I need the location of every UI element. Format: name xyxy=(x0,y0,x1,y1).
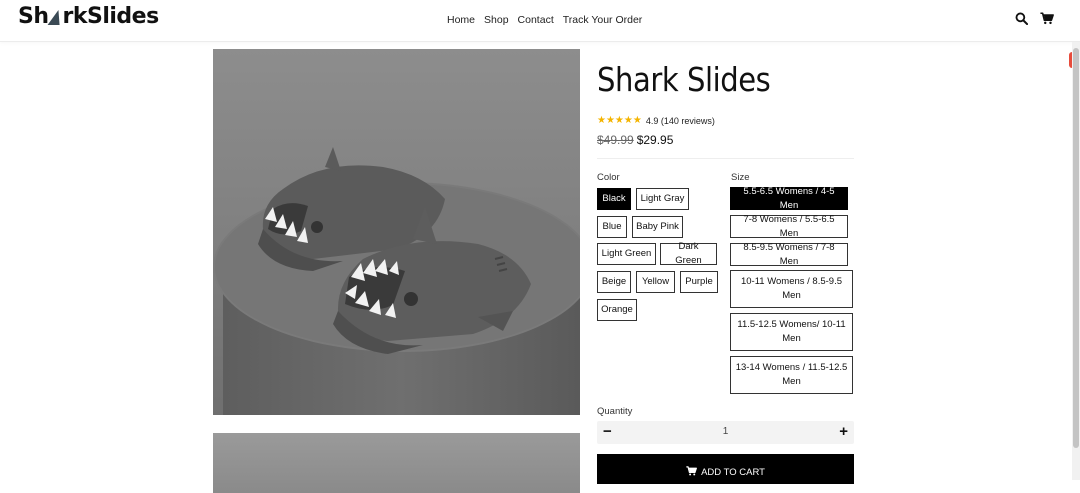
product-rating[interactable]: ★★★★★ 4.9 (140 reviews) xyxy=(597,115,715,126)
search-icon[interactable] xyxy=(1015,12,1028,25)
color-option-black[interactable]: Black xyxy=(597,188,631,210)
divider xyxy=(597,158,854,159)
nav-home[interactable]: Home xyxy=(447,14,475,26)
shark-fin-icon xyxy=(47,10,64,25)
quantity-value[interactable]: 1 xyxy=(597,426,854,437)
size-option-8-5[interactable]: 8.5-9.5 Womens / 7-8 Men xyxy=(730,242,848,267)
site-header: Sh rkSlides Home Shop Contact Track Your… xyxy=(0,0,1080,42)
quantity-increase-button[interactable]: + xyxy=(839,423,848,440)
color-option-purple[interactable]: Purple xyxy=(680,271,718,293)
quantity-label: Quantity xyxy=(597,406,633,417)
product-price: $49.99 $29.95 xyxy=(597,133,673,147)
product-title: Shark Slides xyxy=(597,60,771,99)
color-option-beige[interactable]: Beige xyxy=(597,271,631,293)
product-image xyxy=(213,49,580,415)
color-option-blue[interactable]: Blue xyxy=(597,216,627,238)
color-option-light-gray[interactable]: Light Gray xyxy=(636,188,689,210)
logo[interactable]: Sh rkSlides xyxy=(18,4,159,29)
product-image-secondary xyxy=(213,433,580,493)
nav-contact[interactable]: Contact xyxy=(518,14,554,26)
color-option-dark-green[interactable]: Dark Green xyxy=(660,241,717,266)
logo-prefix: Sh xyxy=(18,4,49,29)
nav-track-order[interactable]: Track Your Order xyxy=(563,14,643,26)
quantity-stepper: − 1 + xyxy=(597,421,854,444)
size-option-13-14[interactable]: 13-14 Womens / 11.5-12.5 Men xyxy=(730,356,853,394)
shark-slides-photo xyxy=(213,147,580,415)
size-label: Size xyxy=(731,172,750,183)
scrollbar-thumb[interactable] xyxy=(1073,48,1079,448)
color-option-baby-pink[interactable]: Baby Pink xyxy=(632,216,683,238)
logo-suffix: rkSlides xyxy=(62,4,160,29)
cart-icon[interactable] xyxy=(1040,12,1054,25)
header-actions xyxy=(1015,12,1054,25)
rating-text: 4.9 (140 reviews) xyxy=(645,115,715,126)
scrollbar[interactable] xyxy=(1072,42,1080,480)
color-label: Color xyxy=(597,172,620,183)
nav-shop[interactable]: Shop xyxy=(484,14,509,26)
main-menu: Home Shop Contact Track Your Order xyxy=(447,14,642,26)
size-option-10-11[interactable]: 10-11 Womens / 8.5-9.5 Men xyxy=(730,270,853,308)
color-option-light-green[interactable]: Light Green xyxy=(597,243,656,265)
star-rating-icon: ★★★★★ xyxy=(597,115,642,126)
price-sale: $29.95 xyxy=(636,133,674,147)
price-original: $49.99 xyxy=(597,133,634,147)
add-to-cart-label: ADD TO CART xyxy=(701,466,765,478)
color-option-yellow[interactable]: Yellow xyxy=(636,271,675,293)
size-option-5-5[interactable]: 5.5-6.5 Womens / 4-5 Men xyxy=(730,186,848,211)
size-option-11-5[interactable]: 11.5-12.5 Womens/ 10-11 Men xyxy=(730,313,853,351)
cart-icon xyxy=(686,465,697,479)
size-option-7-8[interactable]: 7-8 Womens / 5.5-6.5 Men xyxy=(730,214,848,239)
color-option-orange[interactable]: Orange xyxy=(597,299,637,321)
